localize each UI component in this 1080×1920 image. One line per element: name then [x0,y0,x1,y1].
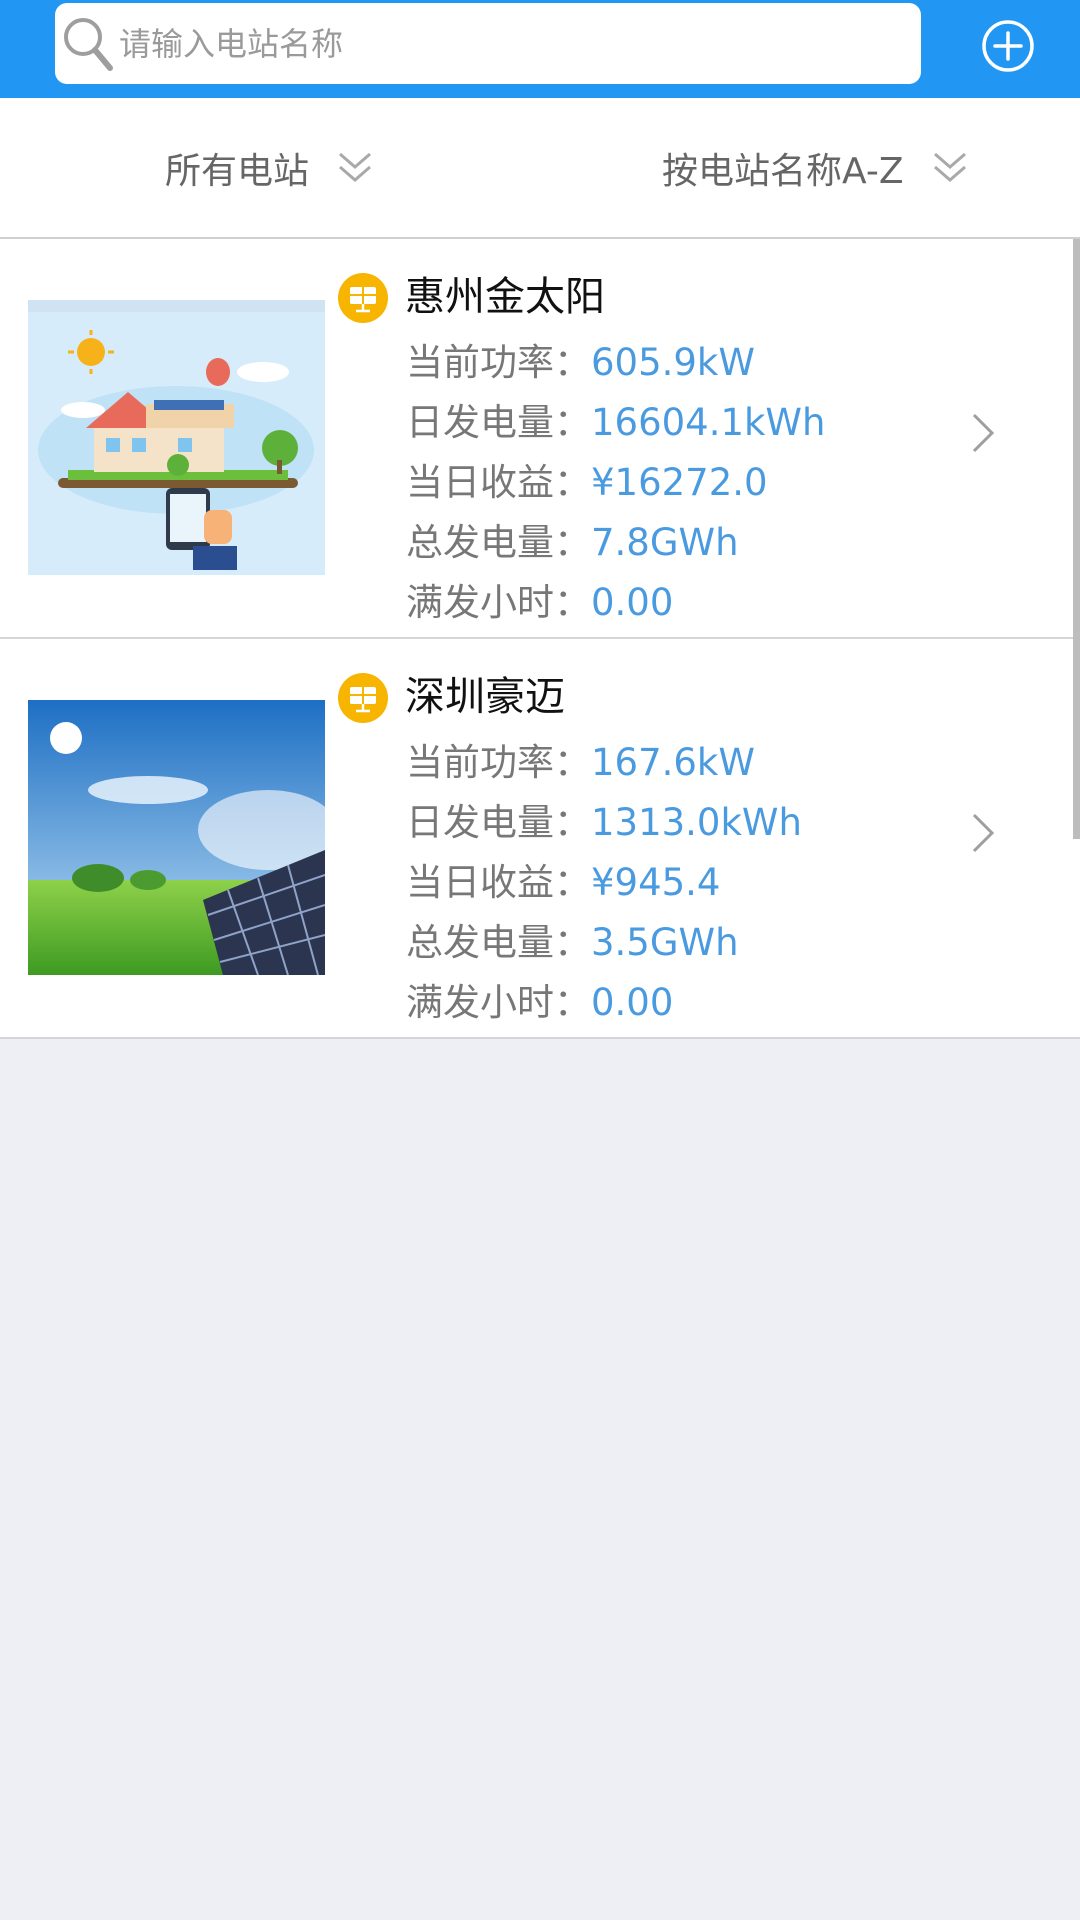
metric-label: 总发电量： [406,921,591,964]
metric-value: ¥945.4 [591,861,721,904]
top-bar [0,0,1080,98]
metric-value: 3.5GWh [591,921,739,964]
solar-panel-icon [338,673,388,723]
metric-row: 总发电量：3.5GWh [406,913,802,973]
metric-value: 7.8GWh [591,521,739,564]
station-name: 惠州金太阳 [405,274,605,320]
metric-row: 当前功率：605.9kW [406,333,825,393]
metric-value: ¥16272.0 [591,461,768,504]
metric-row: 总发电量：7.8GWh [406,513,825,573]
sort-order-label: 按电站名称A-Z [662,150,904,192]
metric-value: 1313.0kWh [591,801,802,844]
metric-label: 日发电量： [406,801,591,844]
metric-label: 当日收益： [406,861,591,904]
station-item[interactable]: 惠州金太阳 当前功率：605.9kW 日发电量：16604.1kWh 当日收益：… [0,239,1080,639]
search-box[interactable] [55,3,921,84]
metric-label: 总发电量： [406,521,591,564]
metric-value: 0.00 [591,581,674,624]
metric-row: 日发电量：1313.0kWh [406,793,802,853]
add-circle-icon[interactable] [980,18,1036,74]
metric-label: 当日收益： [406,461,591,504]
metric-value: 0.00 [591,981,674,1024]
metric-value: 167.6kW [591,741,755,784]
search-icon [64,18,113,71]
double-chevron-down-icon [933,152,966,182]
station-metrics: 当前功率：605.9kW 日发电量：16604.1kWh 当日收益：¥16272… [406,333,825,633]
station-list: 惠州金太阳 当前功率：605.9kW 日发电量：16604.1kWh 当日收益：… [0,239,1080,1039]
metric-row: 满发小时：0.00 [406,573,825,633]
metric-row: 满发小时：0.00 [406,973,802,1033]
metric-row: 当日收益：¥16272.0 [406,453,825,513]
metric-row: 日发电量：16604.1kWh [406,393,825,453]
station-category-filter[interactable]: 所有电站 [165,98,373,237]
metric-label: 满发小时： [406,981,591,1024]
metric-value: 16604.1kWh [591,401,826,444]
chevron-right-icon [972,813,995,853]
chevron-right-icon [972,413,995,453]
station-thumbnail [28,300,325,575]
station-category-label: 所有电站 [165,150,310,192]
metric-label: 日发电量： [406,401,591,444]
metric-value: 605.9kW [591,341,755,384]
double-chevron-down-icon [339,152,371,182]
metric-label: 当前功率： [406,341,591,384]
metric-label: 满发小时： [406,581,591,624]
station-metrics: 当前功率：167.6kW 日发电量：1313.0kWh 当日收益：¥945.4 … [406,733,802,1033]
station-item[interactable]: 深圳豪迈 当前功率：167.6kW 日发电量：1313.0kWh 当日收益：¥9… [0,639,1080,1039]
sort-order-filter[interactable]: 按电站名称A-Z [662,98,968,237]
search-input[interactable] [115,3,899,84]
scrollbar[interactable] [1073,239,1080,839]
filter-bar: 所有电站 按电站名称A-Z [0,98,1080,239]
solar-panel-icon [338,273,388,323]
station-name: 深圳豪迈 [405,674,565,720]
station-thumbnail [28,700,325,975]
metric-row: 当前功率：167.6kW [406,733,802,793]
metric-label: 当前功率： [406,741,591,784]
metric-row: 当日收益：¥945.4 [406,853,802,913]
